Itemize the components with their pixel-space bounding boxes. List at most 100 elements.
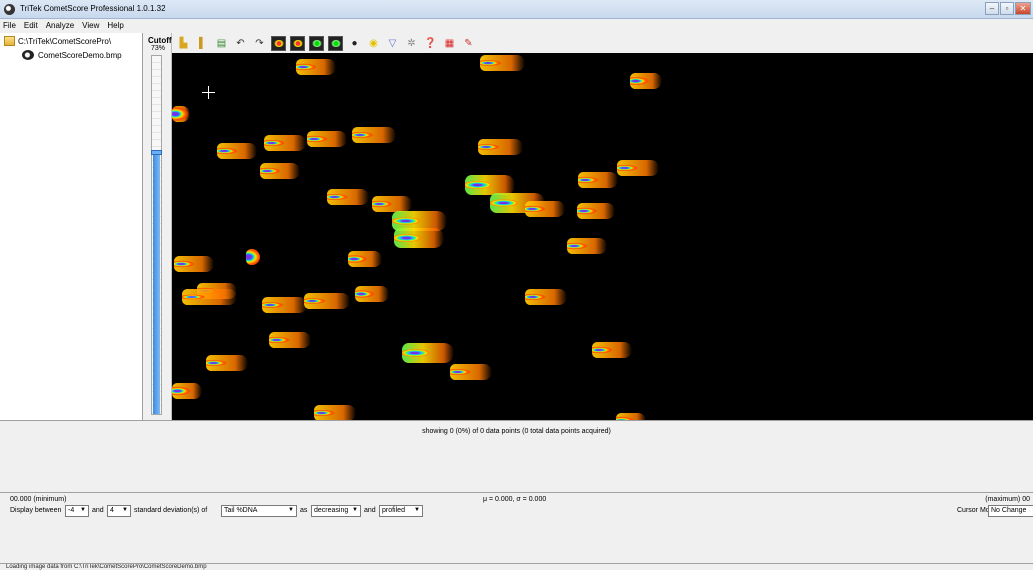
order-value: decreasing (314, 507, 349, 514)
low-sd-select[interactable]: -4 ▼ (65, 505, 89, 517)
help-icon[interactable]: ❓ (423, 36, 438, 51)
crosshair-cursor-icon (202, 86, 215, 99)
chevron-down-icon: ▼ (352, 507, 358, 513)
undo-icon[interactable]: ↶ (233, 36, 248, 51)
cutoff-value: 73% (151, 45, 166, 52)
comet-cell[interactable] (478, 139, 523, 155)
comet-cell[interactable] (352, 127, 396, 143)
cutoff-slider[interactable] (151, 55, 162, 415)
menu-edit[interactable]: Edit (21, 19, 43, 33)
mode-value: profiled (382, 507, 405, 514)
comet-ring-icon[interactable]: ◉ (366, 36, 381, 51)
comet-cell[interactable] (616, 413, 646, 420)
sd-of-label: standard deviation(s) of (134, 507, 208, 514)
display-between-label: Display between (10, 507, 62, 514)
comet-cell[interactable] (578, 172, 618, 188)
comet-cell[interactable] (355, 286, 389, 302)
title-bar: TriTek CometScore Professional 1.0.1.32 … (0, 0, 1033, 19)
app-icon (4, 4, 15, 15)
comet-cell[interactable] (525, 289, 567, 305)
cutoff-panel: Cutoff 73% (143, 33, 172, 420)
folder-icon (4, 36, 15, 46)
comet-cell[interactable] (480, 55, 525, 71)
cutoff-slider-thumb[interactable] (151, 149, 162, 155)
menu-file[interactable]: File (0, 19, 21, 33)
minimize-icon[interactable]: – (985, 2, 999, 15)
tree-folder[interactable]: C:\TriTek\CometScorePro\ (4, 36, 111, 46)
and-label-2: and (364, 507, 376, 514)
cursor-mode-select[interactable]: No Change (988, 505, 1033, 517)
menu-help[interactable]: Help (104, 19, 128, 33)
comet-cell[interactable] (465, 175, 515, 195)
comet-cell[interactable] (264, 135, 306, 151)
comet-cell[interactable] (174, 256, 214, 272)
comet-cell[interactable] (394, 228, 444, 248)
image-file-icon (22, 50, 34, 60)
comet-cell[interactable] (348, 251, 382, 267)
menu-view[interactable]: View (79, 19, 104, 33)
close-icon[interactable]: ✕ (1015, 2, 1031, 15)
pdf-icon[interactable]: ▦ (442, 36, 457, 51)
comet-cell[interactable] (269, 332, 311, 348)
mean-sigma-label: μ = 0.000, σ = 0.000 (483, 496, 547, 503)
comet-cell[interactable] (450, 364, 492, 380)
comet-image-viewer[interactable] (172, 53, 1033, 420)
mode-select[interactable]: profiled ▼ (379, 505, 423, 517)
maximize-icon[interactable]: ▫ (1000, 2, 1014, 15)
export-icon[interactable]: ▤ (214, 36, 229, 51)
comet-cell[interactable] (307, 131, 347, 147)
comet-cell[interactable] (402, 343, 454, 363)
comet-cell[interactable] (182, 289, 237, 305)
comet-green-2-icon[interactable] (328, 35, 343, 51)
comet-dark-icon[interactable] (271, 35, 286, 51)
comet-circle-icon[interactable]: ● (347, 36, 362, 51)
settings-icon[interactable]: ✲ (404, 36, 419, 51)
open-file-icon[interactable]: ▌ (195, 36, 210, 51)
tree-file[interactable]: CometScoreDemo.bmp (22, 50, 122, 60)
display-controls: Display between -4 ▼ and 4 ▼ standard devi… (0, 504, 1033, 522)
menu-bar: File Edit Analyze View Help (0, 19, 1033, 33)
status-bar: Loading image data from C:\TriTek\CometS… (0, 563, 1033, 570)
redo-icon[interactable]: ↷ (252, 36, 267, 51)
filter-icon[interactable]: ▽ (385, 36, 400, 51)
chevron-down-icon: ▼ (414, 507, 420, 513)
comet-cell[interactable] (172, 383, 202, 399)
window-title: TriTek CometScore Professional 1.0.1.32 (20, 4, 166, 13)
comet-cell[interactable] (567, 238, 607, 254)
axis-min-label: 00.000 (minimum) (10, 496, 67, 503)
comet-cell[interactable] (372, 196, 412, 212)
open-folder-icon[interactable]: ▙ (176, 36, 191, 51)
showing-summary: showing 0 (0%) of 0 data points (0 total… (422, 428, 611, 435)
comet-cell[interactable] (617, 160, 659, 176)
comet-cell[interactable] (525, 201, 565, 217)
comet-green-icon[interactable] (309, 35, 324, 51)
comet-dark-2-icon[interactable] (290, 35, 305, 51)
about-icon[interactable]: ✎ (461, 36, 476, 51)
comet-cell[interactable] (246, 249, 260, 265)
low-sd-value: -4 (68, 507, 75, 514)
comet-cell[interactable] (304, 293, 350, 309)
comet-cell[interactable] (630, 73, 662, 89)
histogram-panel: showing 0 (0%) of 0 data points (0 total… (0, 420, 1033, 492)
comet-cell[interactable] (217, 143, 257, 159)
metric-select[interactable]: Tail %DNA ▼ (221, 505, 297, 517)
cursor-mode-value: No Change (991, 507, 1027, 514)
chevron-down-icon: ▼ (80, 507, 86, 513)
comet-cell[interactable] (296, 59, 336, 75)
histogram-axis: 00.000 (minimum) μ = 0.000, σ = 0.000 (m… (0, 492, 1033, 504)
cutoff-slider-fill (153, 152, 160, 414)
comet-cell[interactable] (577, 203, 615, 219)
toolbar: ▙ ▌ ▤ ↶ ↷ ● ◉ ▽ ✲ ❓ ▦ ✎ (172, 33, 1033, 53)
window-controls: – ▫ ✕ (984, 2, 1031, 17)
comet-cell[interactable] (314, 405, 356, 420)
menu-analyze[interactable]: Analyze (43, 19, 79, 33)
comet-cell[interactable] (592, 342, 632, 358)
comet-cell[interactable] (172, 106, 190, 122)
order-select[interactable]: decreasing ▼ (311, 505, 361, 517)
comet-cell[interactable] (260, 163, 300, 179)
comet-cell[interactable] (262, 297, 307, 313)
comet-cell[interactable] (327, 189, 369, 205)
comet-cell[interactable] (206, 355, 248, 371)
high-sd-select[interactable]: 4 ▼ (107, 505, 131, 517)
tree-folder-label: C:\TriTek\CometScorePro\ (18, 36, 112, 46)
